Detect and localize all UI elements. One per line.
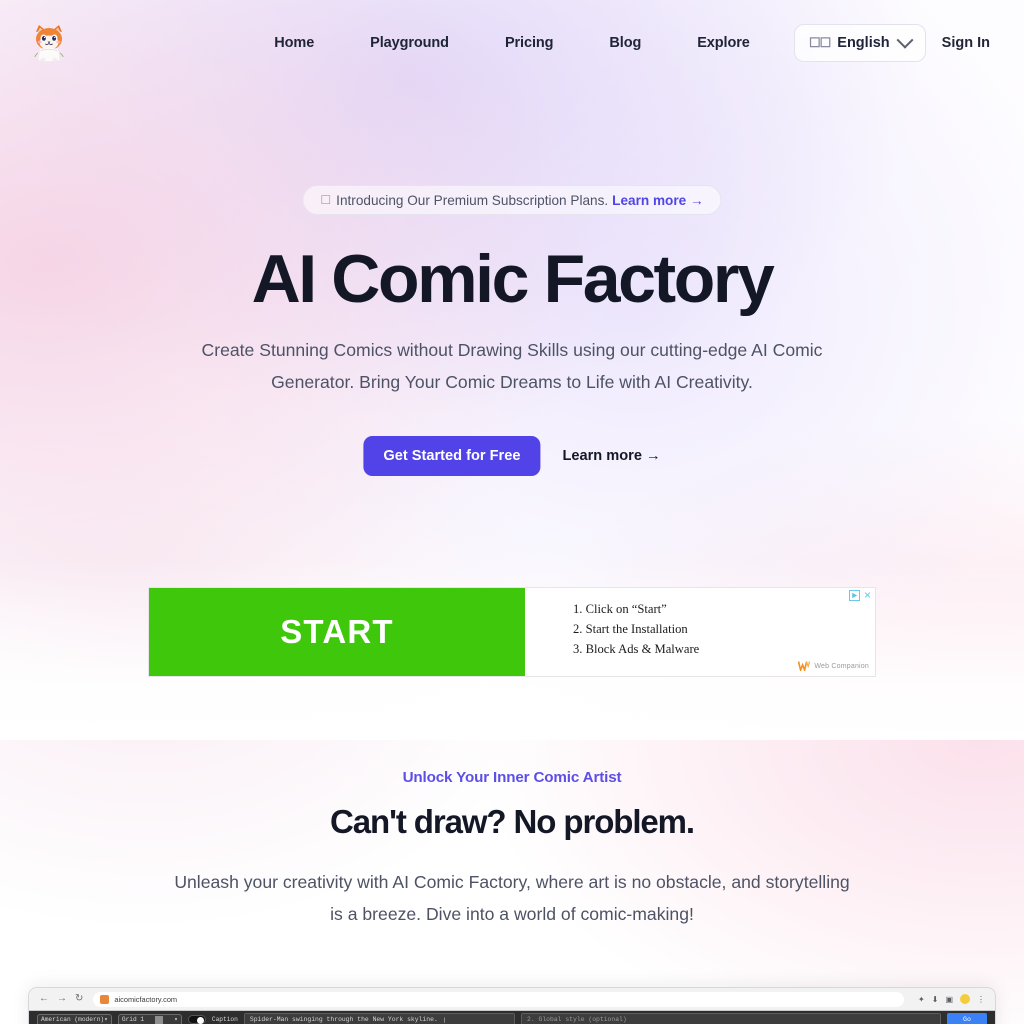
ad-banner[interactable]: START × 1. Click on “Start” 2. Start the… [148,587,876,677]
ad-brand: Web Companion [798,661,869,671]
chevron-down-icon: ▾ [104,1016,108,1023]
browser-chrome-actions: ✦ ⬇ ▣ ⋮ [918,994,985,1004]
language-selector[interactable]: ☐☐ English [793,23,926,62]
megaphone-icon: ☐ [320,193,332,207]
download-icon[interactable]: ⬇ [932,995,939,1004]
ad-headline: START [280,613,394,650]
sign-in-button[interactable]: Sign In [940,31,992,55]
logo-mascot-icon[interactable] [32,23,66,63]
browser-url-bar[interactable]: aicomicfactory.com [93,991,905,1007]
page-root: Home Playground Pricing Blog Explore ☐☐ … [0,0,1024,1024]
browser-url-text: aicomicfactory.com [114,994,178,1004]
global-style-placeholder: 2. Global style (optional) [527,1016,627,1023]
browser-mockup: ← → ↻ aicomicfactory.com ✦ ⬇ ▣ ⋮ America… [28,987,996,1024]
flag-icon: ☐☐ [808,34,831,50]
section-body: Unleash your creativity with AI Comic Fa… [174,872,850,924]
browser-chrome-bar: ← → ↻ aicomicfactory.com ✦ ⬇ ▣ ⋮ [29,988,995,1010]
nav-link-playground[interactable]: Playground [360,31,459,55]
chevron-down-icon [896,31,914,49]
adchoices-icon[interactable] [848,590,860,601]
avatar[interactable] [960,994,970,1004]
ad-step: 1. Click on “Start” [573,602,667,616]
language-label: English [837,34,890,51]
nav-link-pricing[interactable]: Pricing [495,31,563,55]
site-favicon-icon [100,994,110,1004]
ad-steps-panel: × 1. Click on “Start” 2. Start the Insta… [525,588,875,676]
web-companion-logo-icon [798,661,811,671]
style-select-value: American (modern) [41,1016,105,1023]
ad-choices-controls[interactable]: × [848,589,871,601]
prompt-input[interactable]: Spider-Man swinging through the New York… [243,1013,515,1024]
extensions-icon[interactable]: ✦ [918,995,925,1004]
ad-step: 3. Block Ads & Malware [573,642,700,656]
chevron-down-icon: ▾ [174,1016,178,1023]
caption-toggle[interactable] [187,1015,206,1024]
grid-select-value: Grid 1 [121,1016,145,1023]
ad-close-icon[interactable]: × [864,589,871,601]
text-caret-icon: ❘ [442,1016,447,1024]
hero-learn-more-link[interactable]: Learn more → [562,448,660,464]
grid-swatch-icon [155,1015,164,1024]
hero-subtitle: Create Stunning Comics without Drawing S… [201,340,823,392]
browser-menu-icon[interactable]: ⋮ [977,995,985,1004]
caption-label: Caption [211,1016,238,1023]
side-panel-icon[interactable]: ▣ [945,995,953,1004]
browser-reload-icon[interactable]: ↻ [75,994,83,1004]
get-started-button[interactable]: Get Started for Free [363,436,541,476]
nav-link-blog[interactable]: Blog [599,31,651,55]
nav-link-home[interactable]: Home [264,31,324,55]
section-eyebrow: Unlock Your Inner Comic Artist [402,769,622,786]
announcement-learn-more-link[interactable]: Learn more → [612,193,703,208]
prompt-value: Spider-Man swinging through the New York… [249,1016,438,1023]
site-header: Home Playground Pricing Blog Explore ☐☐ … [0,0,1024,85]
app-toolbar: American (modern) ▾ Grid 1 ▾ Caption Spi… [29,1010,995,1024]
announcement-pill[interactable]: ☐ Introducing Our Premium Subscription P… [302,185,722,215]
browser-back-icon[interactable]: ← [39,994,49,1004]
browser-forward-icon[interactable]: → [57,994,67,1004]
style-select[interactable]: American (modern) ▾ [37,1013,112,1024]
page-title: AI Comic Factory [251,241,775,317]
header-actions: ☐☐ English Sign In [793,23,992,62]
nav-link-explore[interactable]: Explore [687,31,760,55]
hero-cta-row: Get Started for Free Learn more → [363,436,661,476]
ad-step: 2. Start the Installation [573,622,688,636]
section-heading: Can't draw? No problem. [330,803,695,840]
ad-brand-label: Web Companion [814,662,869,670]
ad-start-panel[interactable]: START [149,588,525,676]
grid-select[interactable]: Grid 1 ▾ [117,1013,182,1024]
global-style-input[interactable]: 2. Global style (optional) [521,1013,941,1024]
announcement-text: Introducing Our Premium Subscription Pla… [336,192,609,208]
ad-steps-list: 1. Click on “Start” 2. Start the Install… [573,599,863,659]
go-button[interactable]: Go [947,1012,987,1024]
